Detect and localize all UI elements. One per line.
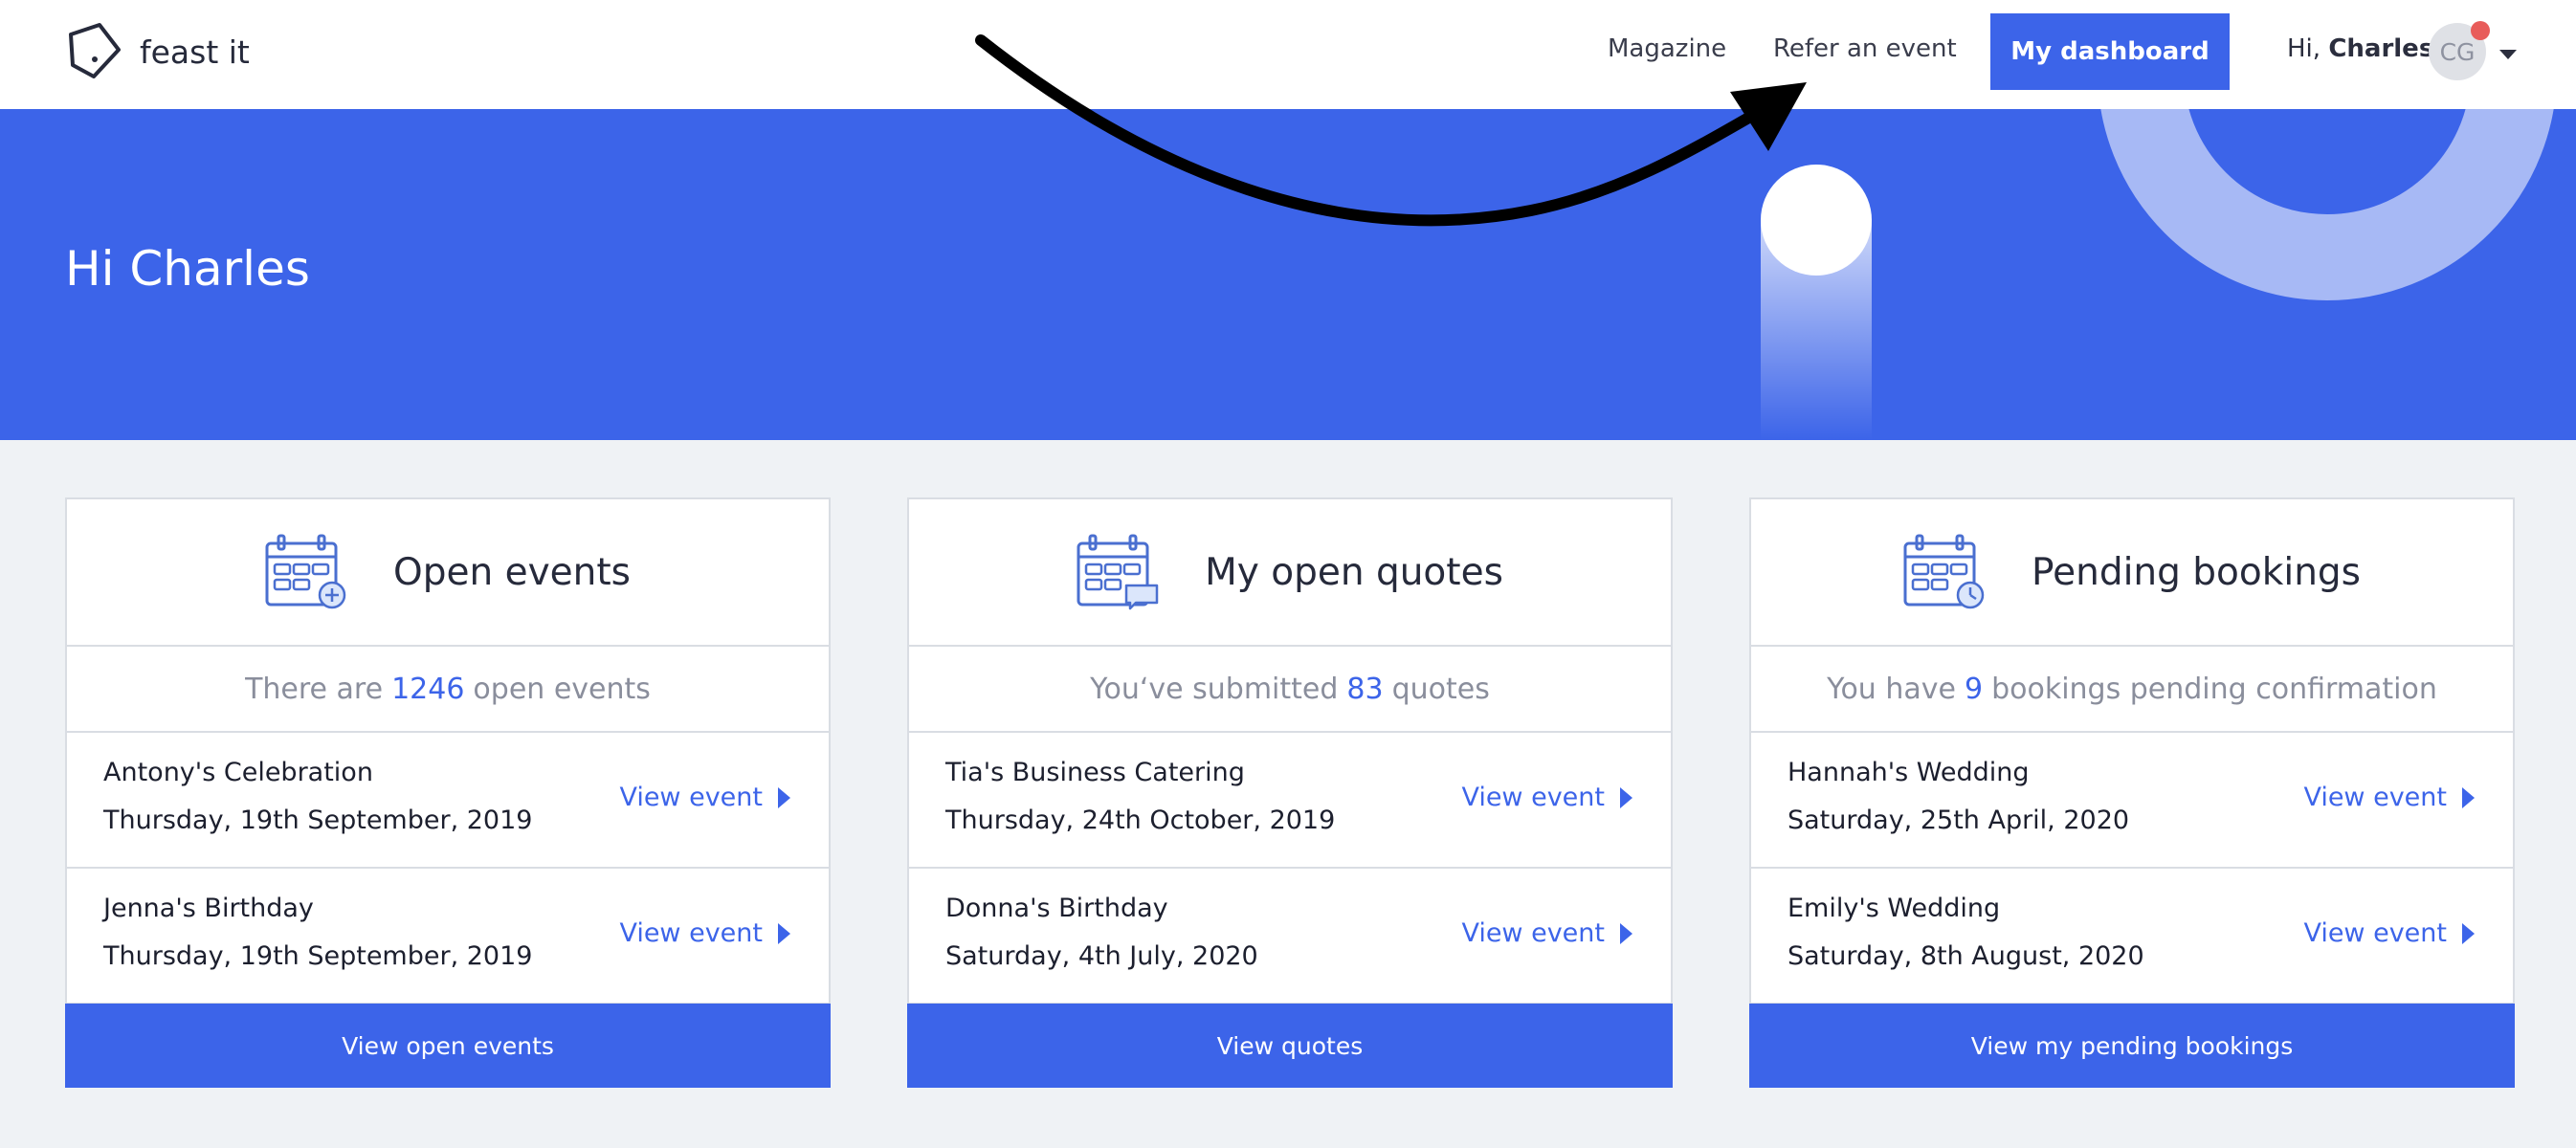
card-header: Pending bookings bbox=[1751, 499, 2513, 647]
list-item: Tia's Business Catering Thursday, 24th O… bbox=[909, 733, 1671, 869]
view-event-label: View event bbox=[619, 783, 763, 812]
page-title: Hi Charles bbox=[65, 241, 310, 297]
feast-it-logo-icon bbox=[69, 23, 121, 78]
user-greeting: Hi, Charles bbox=[2287, 34, 2433, 63]
view-event-link[interactable]: View event bbox=[619, 918, 790, 948]
view-open-events-button[interactable]: View open events bbox=[65, 1004, 831, 1088]
logo[interactable]: feast it bbox=[63, 21, 250, 82]
greeting-prefix: Hi, bbox=[2287, 34, 2321, 63]
calendar-chat-icon bbox=[1077, 534, 1159, 610]
event-date: Saturday, 4th July, 2020 bbox=[945, 941, 1258, 971]
summary-text-after: bookings pending confirmation bbox=[1991, 672, 2437, 706]
caret-right-icon bbox=[2462, 786, 2475, 808]
view-event-link[interactable]: View event bbox=[1461, 783, 1632, 812]
event-name: Hannah's Wedding bbox=[1788, 758, 2030, 787]
view-event-label: View event bbox=[2303, 918, 2447, 948]
caret-right-icon bbox=[778, 922, 790, 944]
caret-right-icon bbox=[2462, 922, 2475, 944]
logo-text: feast it bbox=[140, 33, 250, 71]
caret-right-icon bbox=[1620, 922, 1632, 944]
event-date: Thursday, 19th September, 2019 bbox=[103, 806, 533, 835]
notification-dot-icon bbox=[2471, 21, 2490, 40]
event-name: Antony's Celebration bbox=[103, 758, 373, 787]
decorative-ball bbox=[1761, 165, 1872, 276]
calendar-plus-icon bbox=[265, 534, 346, 609]
chevron-down-icon[interactable] bbox=[2499, 50, 2517, 59]
summary-text-after: open events bbox=[473, 672, 651, 706]
view-event-link[interactable]: View event bbox=[619, 783, 790, 812]
summary-count: 9 bbox=[1964, 672, 1984, 706]
summary-count: 83 bbox=[1346, 672, 1384, 706]
pending-bookings-card: Pending bookings You have 9 bookings pen… bbox=[1749, 497, 2515, 1088]
list-item: Donna's Birthday Saturday, 4th July, 202… bbox=[909, 869, 1671, 1004]
card-summary: You‘ve submitted 83 quotes bbox=[909, 647, 1671, 733]
card-title: My open quotes bbox=[1205, 550, 1503, 594]
view-pending-bookings-button[interactable]: View my pending bookings bbox=[1749, 1004, 2515, 1088]
open-quotes-card: My open quotes You‘ve submitted 83 quote… bbox=[907, 497, 1673, 1088]
card-header: Open events bbox=[67, 499, 829, 647]
hero-banner: Hi Charles bbox=[0, 109, 2576, 440]
nav-magazine-link[interactable]: Magazine bbox=[1608, 34, 1726, 63]
list-item: Hannah's Wedding Saturday, 25th April, 2… bbox=[1751, 733, 2513, 869]
event-name: Jenna's Birthday bbox=[103, 894, 314, 923]
card-summary: You have 9 bookings pending confirmation bbox=[1751, 647, 2513, 733]
view-event-label: View event bbox=[1461, 918, 1605, 948]
view-event-label: View event bbox=[2303, 783, 2447, 812]
event-date: Thursday, 24th October, 2019 bbox=[945, 806, 1336, 835]
view-event-label: View event bbox=[619, 918, 763, 948]
card-title: Open events bbox=[393, 550, 631, 594]
summary-text-before: You have bbox=[1827, 672, 1956, 706]
caret-right-icon bbox=[1620, 786, 1632, 808]
view-event-link[interactable]: View event bbox=[2303, 783, 2475, 812]
card-header: My open quotes bbox=[909, 499, 1671, 647]
event-name: Tia's Business Catering bbox=[945, 758, 1245, 787]
my-dashboard-button[interactable]: My dashboard bbox=[1990, 13, 2230, 90]
open-events-card: Open events There are 1246 open events A… bbox=[65, 497, 831, 1088]
view-event-link[interactable]: View event bbox=[1461, 918, 1632, 948]
card-title: Pending bookings bbox=[2032, 550, 2361, 594]
list-item: Jenna's Birthday Thursday, 19th Septembe… bbox=[67, 869, 829, 1004]
list-item: Emily's Wedding Saturday, 8th August, 20… bbox=[1751, 869, 2513, 1004]
nav-refer-event-link[interactable]: Refer an event bbox=[1773, 34, 1957, 63]
event-name: Emily's Wedding bbox=[1788, 894, 2001, 923]
event-date: Saturday, 8th August, 2020 bbox=[1788, 941, 2144, 971]
top-nav-bar: feast it Magazine Refer an event My dash… bbox=[0, 0, 2576, 109]
event-date: Thursday, 19th September, 2019 bbox=[103, 941, 533, 971]
list-item: Antony's Celebration Thursday, 19th Sept… bbox=[67, 733, 829, 869]
greeting-user-name: Charles bbox=[2328, 34, 2434, 63]
view-quotes-button[interactable]: View quotes bbox=[907, 1004, 1673, 1088]
card-summary: There are 1246 open events bbox=[67, 647, 829, 733]
caret-right-icon bbox=[778, 786, 790, 808]
summary-text-before: There are bbox=[245, 672, 384, 706]
summary-count: 1246 bbox=[391, 672, 465, 706]
view-event-link[interactable]: View event bbox=[2303, 918, 2475, 948]
summary-text-after: quotes bbox=[1391, 672, 1490, 706]
event-date: Saturday, 25th April, 2020 bbox=[1788, 806, 2130, 835]
calendar-clock-icon bbox=[1903, 534, 1985, 609]
event-name: Donna's Birthday bbox=[945, 894, 1168, 923]
view-event-label: View event bbox=[1461, 783, 1605, 812]
decorative-ring bbox=[2098, 109, 2557, 300]
summary-text-before: You‘ve submitted bbox=[1090, 672, 1339, 706]
